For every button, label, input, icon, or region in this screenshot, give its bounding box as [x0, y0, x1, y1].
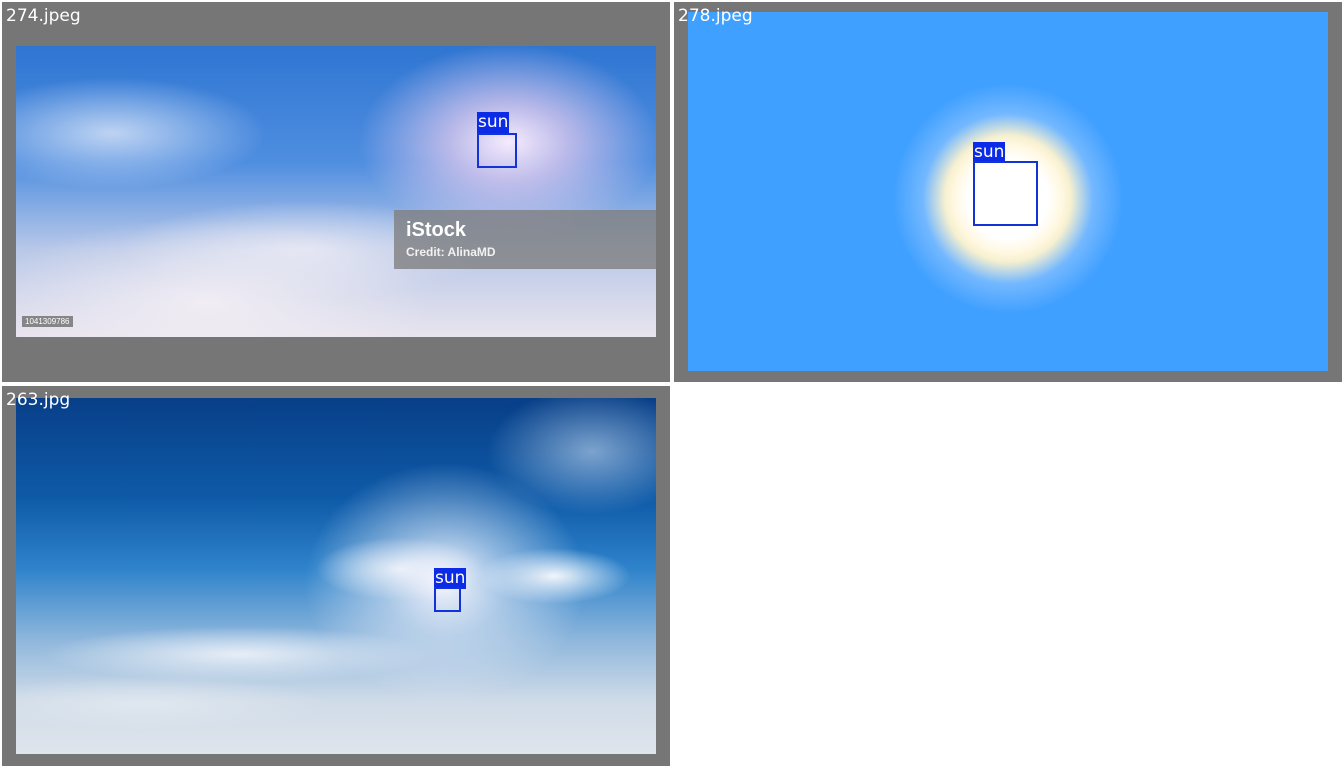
filename-label: 278.jpeg — [678, 6, 753, 26]
watermark-credit: Credit: AlinaMD — [406, 245, 496, 259]
detection-bounding-box[interactable] — [434, 587, 461, 612]
detection-label: sun — [973, 142, 1006, 163]
filename-label: 263.jpg — [6, 390, 71, 410]
stock-id: 1041309786 — [22, 316, 73, 327]
watermark-brand: iStock — [406, 219, 467, 241]
sky-image: iStock Credit: AlinaMD 1041309786 — [16, 46, 656, 337]
image-panel-278: 278.jpeg sun — [674, 2, 1342, 382]
image-panel-274: iStock Credit: AlinaMD 1041309786 274.jp… — [2, 2, 670, 382]
istock-watermark: iStock Credit: AlinaMD — [394, 210, 656, 269]
detection-bounding-box[interactable] — [973, 161, 1038, 226]
detection-label: sun — [477, 112, 510, 133]
detection-bounding-box[interactable] — [477, 133, 517, 168]
sky-image — [16, 398, 656, 754]
detection-label: sun — [434, 568, 467, 589]
filename-label: 274.jpeg — [6, 6, 81, 26]
image-panel-263: 263.jpg sun — [2, 386, 670, 766]
